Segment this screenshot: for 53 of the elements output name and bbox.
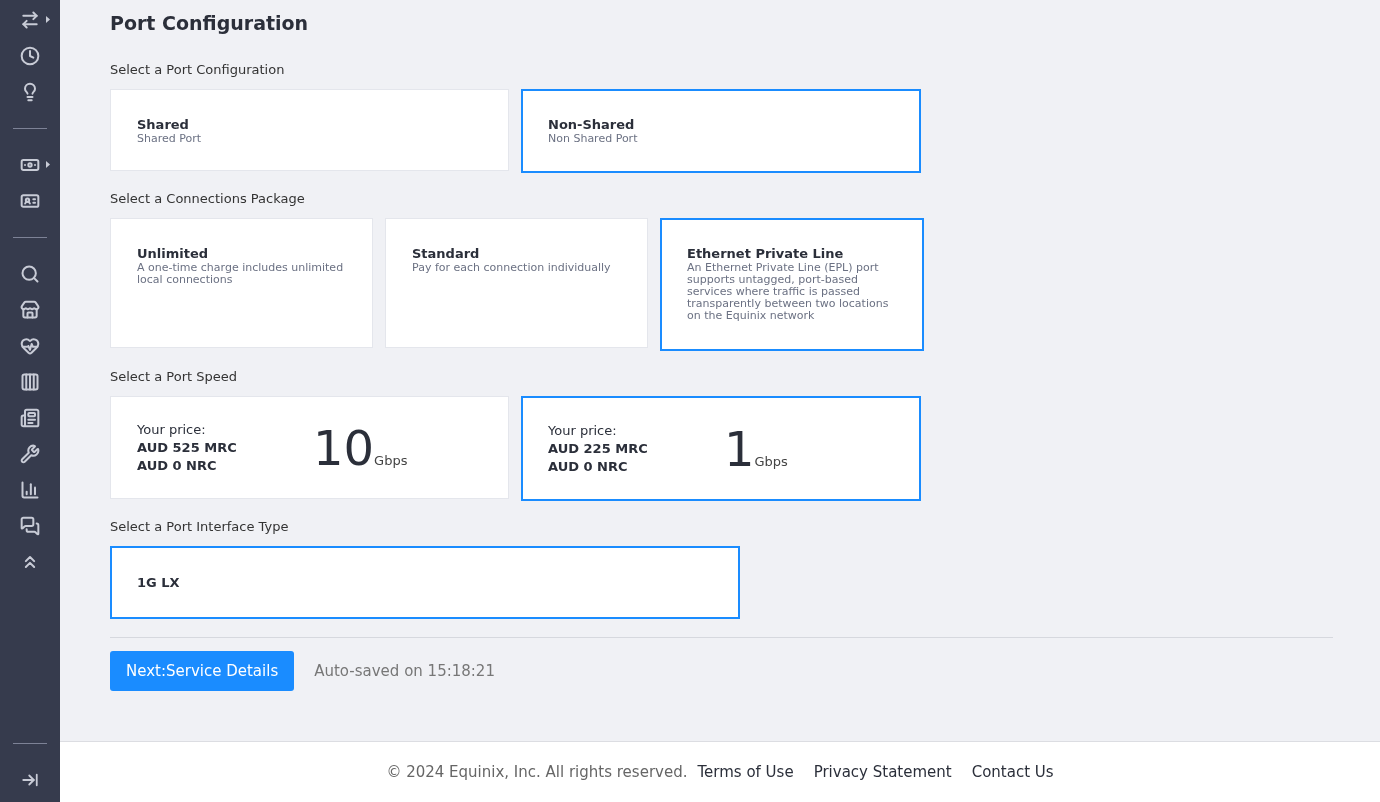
caret-icon [46,161,50,168]
speed-value: 10 [313,422,375,473]
logout-icon[interactable] [21,771,39,789]
option-description: An Ethernet Private Line (EPL) port supports untagged, port-based services where traffic is passed transparently between two locations on the Equinix network [687,262,890,322]
autosave-status: Auto-saved on 15:18:21 [314,662,495,680]
clock-icon[interactable] [20,46,40,66]
footer-link[interactable]: Terms of Use [697,763,794,781]
interface-title: 1G LX [137,574,180,591]
footer-link[interactable]: Privacy Statement [813,763,952,781]
option-card[interactable]: Non-Shared Non Shared Port [521,89,921,173]
option-description: Non Shared Port [548,133,639,145]
option-card[interactable]: Unlimited A one-time charge includes unlimited local connections [110,218,373,348]
speed-card[interactable]: Your price: AUD 525 MRC AUD 0 NRC 10 Gbps [110,396,509,499]
option-description: Pay for each connection individually [412,262,612,274]
newspaper-icon[interactable] [20,408,40,428]
speed-card[interactable]: Your price: AUD 225 MRC AUD 0 NRC 1 Gbps [521,396,921,501]
section-label: Select a Connections Package [110,191,306,207]
heart-pulse-icon[interactable] [20,336,40,356]
option-title: Unlimited [137,245,210,262]
section-label: Select a Port Speed [110,369,238,385]
copyright-text: © 2024 Equinix, Inc. All rights reserved. [386,763,688,781]
footer-link[interactable]: Contact Us [971,763,1054,781]
price-label: Your price: [548,421,618,440]
option-title: Standard [412,245,481,262]
nrc-price: AUD 0 NRC [548,457,629,476]
option-description: A one-time charge includes unlimited local connections [137,262,345,286]
option-title: Non-Shared [548,116,636,133]
bar-chart-icon[interactable] [20,480,40,500]
speed-unit: Gbps [754,453,788,469]
id-card-icon[interactable] [20,191,40,211]
search-icon[interactable] [20,264,40,284]
columns-icon[interactable] [20,372,40,392]
mrc-price: AUD 525 MRC [137,438,238,457]
price-label: Your price: [137,420,207,439]
tools-icon[interactable] [20,444,40,464]
chat-icon[interactable] [20,516,40,536]
transfer-icon[interactable] [20,10,40,30]
option-title: Shared [137,116,190,133]
option-card[interactable]: Shared Shared Port [110,89,509,171]
mrc-price: AUD 225 MRC [548,439,649,458]
option-card[interactable]: Standard Pay for each connection individually [385,218,648,348]
speed-value: 1 [724,423,755,474]
store-icon[interactable] [20,300,40,320]
page-title: Port Configuration [110,11,310,36]
section-label: Select a Port Configuration [110,62,286,78]
option-card[interactable]: Ethernet Private Line An Ethernet Private Line (EPL) port supports untagged, port-based services where traffic is passed transparently between two locations on the Equinix network [660,218,924,351]
option-description: Shared Port [137,133,203,145]
option-title: Ethernet Private Line [687,245,845,262]
section-label: Select a Port Interface Type [110,519,290,535]
caret-icon [46,16,50,23]
nrc-price: AUD 0 NRC [137,456,218,475]
interface-card[interactable]: 1G LX [110,546,740,619]
speed-unit: Gbps [374,452,408,468]
